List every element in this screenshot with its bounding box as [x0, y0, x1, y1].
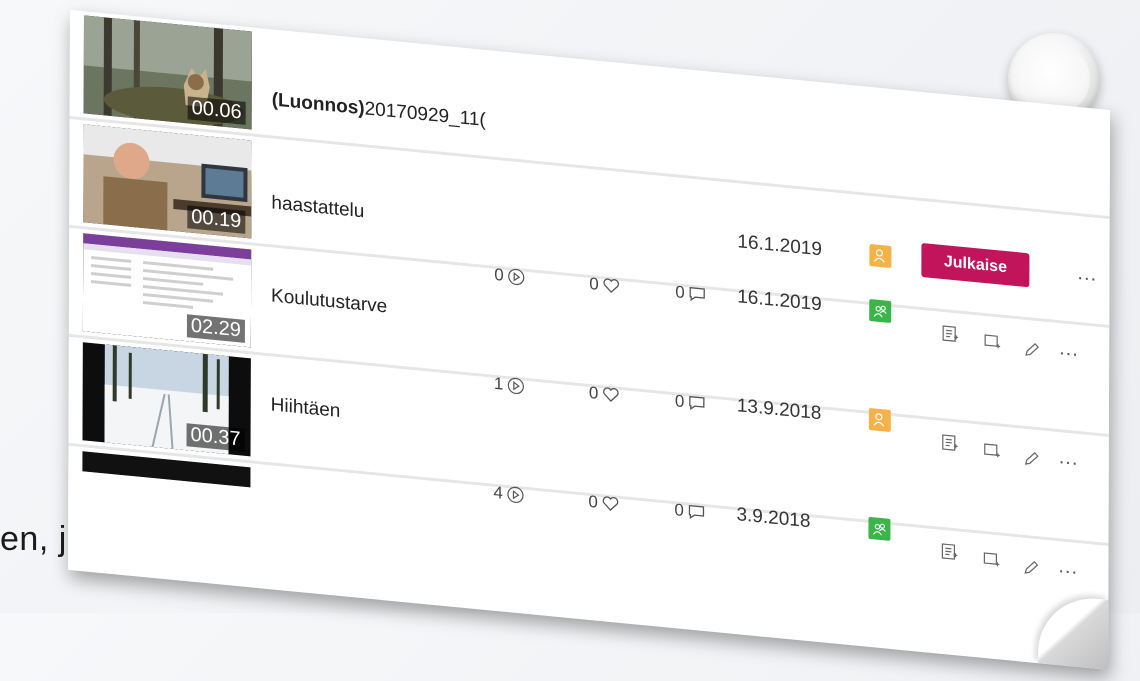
heart-icon	[603, 387, 620, 403]
edit-pencil-icon[interactable]	[1021, 447, 1043, 471]
person-icon	[873, 413, 885, 427]
play-icon	[508, 377, 525, 395]
add-to-channel-icon[interactable]	[939, 431, 961, 455]
comments-stat: 0	[675, 282, 707, 305]
comments-stat: 0	[675, 391, 707, 414]
private-permission-badge[interactable]	[869, 243, 892, 269]
publish-button[interactable]: Julkaise	[921, 242, 1030, 288]
video-list: 00.06 (Luonnos)20170929_11( 00.19 haasta…	[68, 10, 1110, 670]
comment-icon	[690, 287, 706, 302]
comments-count: 0	[674, 500, 684, 521]
heart-icon	[603, 496, 619, 511]
add-to-playlist-icon[interactable]	[980, 548, 1002, 572]
video-title[interactable]: Hiihtäen	[271, 394, 341, 423]
likes-stat: 0	[589, 274, 621, 297]
comment-icon	[689, 396, 705, 411]
video-thumbnail[interactable]: 02.29	[82, 233, 252, 348]
edit-pencil-icon[interactable]	[1021, 338, 1043, 362]
private-permission-badge[interactable]	[868, 407, 891, 433]
public-permission-badge[interactable]	[869, 298, 892, 324]
draft-prefix: (Luonnos)	[271, 89, 365, 120]
add-to-channel-icon[interactable]	[939, 322, 961, 346]
likes-stat: 0	[589, 383, 621, 406]
group-icon	[872, 523, 886, 536]
video-title[interactable]: (Luonnos)20170929_11(	[272, 89, 486, 132]
comment-icon	[689, 504, 705, 520]
views-count: 4	[493, 482, 503, 503]
likes-stat: 0	[588, 492, 620, 515]
video-title-text: 20170929_11(	[364, 98, 486, 132]
views-stat: 1	[494, 374, 526, 397]
comments-count: 0	[674, 391, 685, 412]
group-icon	[873, 305, 887, 318]
video-thumbnail[interactable]: 00.37	[82, 342, 251, 457]
video-title[interactable]: Koulutustarve	[271, 285, 387, 318]
likes-count: 0	[589, 273, 599, 294]
likes-count: 0	[588, 491, 598, 512]
more-options-icon[interactable]: ...	[1059, 337, 1079, 362]
add-to-playlist-icon[interactable]	[981, 439, 1003, 463]
comments-stat: 0	[674, 500, 706, 523]
likes-count: 0	[588, 382, 599, 403]
video-title[interactable]: haastattelu	[271, 192, 364, 223]
more-options-icon[interactable]: ...	[1058, 555, 1078, 580]
more-options-icon[interactable]: ...	[1059, 446, 1079, 471]
views-stat: 0	[494, 265, 526, 288]
edit-pencil-icon[interactable]	[1020, 555, 1042, 579]
views-count: 0	[494, 264, 504, 285]
play-icon	[507, 486, 525, 504]
play-icon	[508, 268, 525, 286]
video-date: 16.1.2019	[737, 231, 822, 261]
views-count: 1	[493, 373, 504, 394]
video-thumbnail[interactable]: 00.06	[83, 15, 252, 130]
more-options-icon[interactable]: ...	[1077, 262, 1097, 287]
add-to-channel-icon[interactable]	[938, 540, 960, 564]
comments-count: 0	[675, 282, 685, 303]
public-permission-badge[interactable]	[868, 516, 891, 541]
person-icon	[873, 249, 885, 263]
add-to-playlist-icon[interactable]	[981, 330, 1003, 354]
video-thumbnail[interactable]: 00.19	[83, 124, 252, 239]
video-list-screenshot: 00.06 (Luonnos)20170929_11( 00.19 haasta…	[68, 10, 1120, 681]
views-stat: 4	[493, 483, 525, 506]
heart-icon	[603, 278, 620, 294]
